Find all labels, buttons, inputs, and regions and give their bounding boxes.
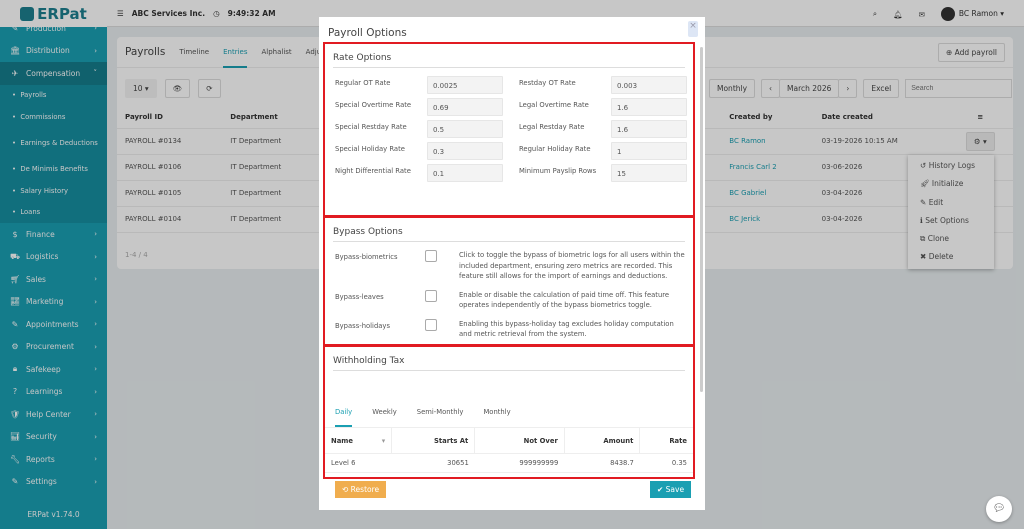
payroll-options-modal: Payroll Options × Rate Options Regular O… [319,17,705,510]
tax-tab-semi-monthly[interactable]: Semi-Monthly [417,408,464,427]
save-button[interactable]: ✔ Save [650,481,692,498]
withholding-tax-title: Withholding Tax [333,356,685,371]
bypass-description: Enable or disable the calculation of pai… [459,290,670,310]
header-text: Not Over [523,436,558,445]
rate-label: Legal Overtime Rate [519,101,589,109]
rate-label: Restday OT Rate [519,79,576,87]
header-text: Starts At [434,436,469,445]
bypass-options-section: Bypass Options Bypass-biometrics Click to… [323,216,695,346]
rate-input[interactable]: 0.1 [427,164,503,182]
rate-label: Minimum Payslip Rows [519,167,597,175]
withholding-tax-section: Withholding Tax Daily Weekly Semi-Monthly M… [323,345,695,479]
tax-tab-weekly[interactable]: Weekly [372,408,397,427]
rate-input[interactable]: 1 [611,142,687,160]
tax-row: Level 6 30651 999999999 8438.7 0.35 [325,453,693,473]
header-text: Amount [603,436,634,445]
bypass-checkbox[interactable] [425,289,437,302]
rate-label: Special Restday Rate [335,123,407,131]
tax-cell: 999999999 [474,453,565,473]
chat-icon[interactable]: 💬︎ [986,496,1012,522]
rate-label: Special Overtime Rate [335,101,412,109]
restore-label: Restore [350,485,380,494]
bypass-description: Enabling this bypass-holiday tag exclude… [459,319,674,339]
rate-input[interactable]: 0.003 [611,76,687,94]
header-text: Rate [669,436,687,445]
bypass-checkbox[interactable] [425,318,437,331]
rate-options-section: Rate Options Regular OT Rate 0.0025 Restda… [323,42,695,217]
rate-input[interactable]: 0.0025 [427,76,503,94]
rate-label: Night Differential Rate [335,167,411,175]
rate-input[interactable]: 1.6 [611,120,687,138]
header-text: Name [331,436,353,445]
modal-title: Payroll Options [328,27,407,39]
bypass-checkbox[interactable] [425,250,437,262]
tax-column-header[interactable]: Starts At [391,427,476,454]
save-label: Save [665,485,685,494]
tax-column-header[interactable]: Amount [564,427,641,454]
tax-cell: 1542.15 [564,472,640,477]
tax-cell: 0.3 [639,472,693,477]
sort-icon: ▾ [381,436,386,445]
tax-cell: Level 5 [325,472,392,477]
rate-input[interactable]: 0.69 [427,98,503,116]
bypass-description: Click to toggle the bypass of biometric … [459,251,685,280]
rate-input[interactable]: 0.5 [427,120,503,138]
bypass-label: Bypass-leaves [335,292,384,301]
tax-cell: 30651 [391,453,475,473]
close-icon[interactable]: × [688,21,698,37]
tax-column-header[interactable]: Rate [639,427,693,454]
rate-label: Special Holiday Rate [335,145,405,153]
bypass-options-title: Bypass Options [333,227,685,242]
tax-table: Name ▾ Starts At Not Over Amount Rate Level 6… [325,427,693,477]
tax-cell: 30651 [474,472,565,477]
tax-cell: Level 6 [325,453,392,473]
rate-label: Regular OT Rate [335,79,391,87]
tax-column-header[interactable]: Name ▾ [325,427,393,454]
tax-row: Level 57662306511542.150.3 [325,472,693,477]
scrollbar[interactable] [700,47,703,392]
rate-options-title: Rate Options [333,53,685,68]
tax-tab-monthly[interactable]: Monthly [483,408,510,427]
tax-cell: 0.35 [639,453,693,473]
rate-input[interactable]: 15 [611,164,687,182]
rate-input[interactable]: 1.6 [611,98,687,116]
tax-tab-daily[interactable]: Daily [335,408,353,427]
rate-label: Regular Holiday Rate [519,145,591,153]
tax-column-header[interactable]: Not Over [474,427,565,454]
restore-button[interactable]: ⟲ Restore [335,481,387,498]
bypass-label: Bypass-biometrics [335,253,398,261]
rate-input[interactable]: 0.3 [427,142,503,160]
rate-label: Legal Restday Rate [519,123,585,131]
tax-cell: 8438.7 [564,453,640,473]
tax-cell: 7662 [391,472,475,477]
bypass-label: Bypass-holidays [335,321,390,330]
